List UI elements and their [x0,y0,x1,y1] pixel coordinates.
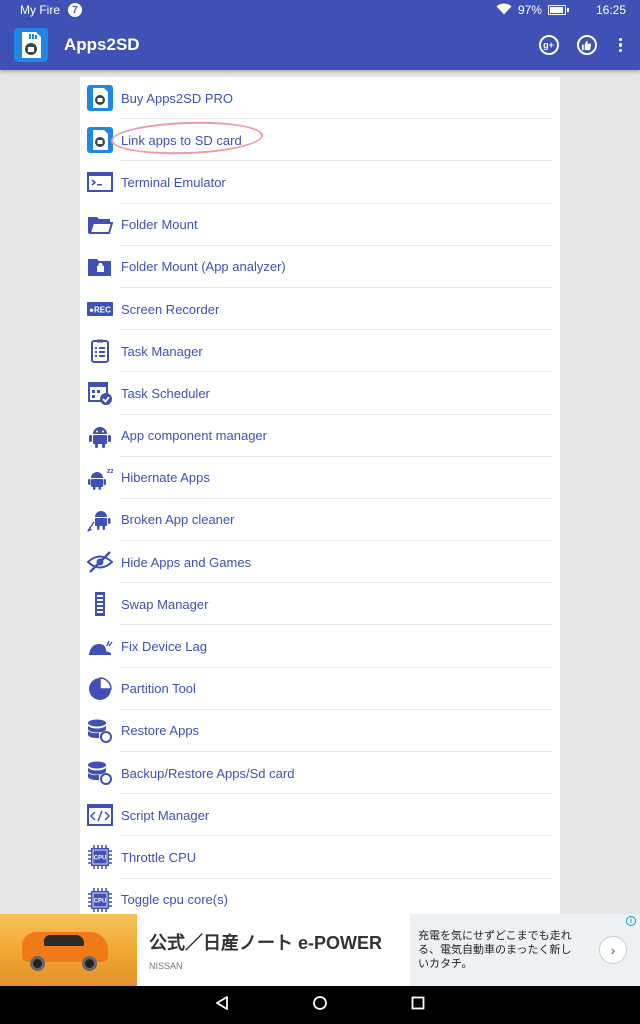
ad-brand: NISSAN [149,961,183,971]
ad-description: 充電を気にせずどこまでも走れる、電気自動車のまったく新しいカタチ。 [410,914,586,986]
home-icon[interactable] [312,995,328,1016]
menu-item-backup-restore[interactable]: Backup/Restore Apps/Sd card [80,752,560,795]
menu-item-label: Toggle cpu core(s) [121,892,228,908]
memory-stick-icon [87,591,113,617]
battery-icon [547,5,569,15]
code-window-icon [87,802,113,828]
battery-percent: 97% [517,3,542,17]
database-restore-icon [87,718,113,744]
menu-item-hide-apps[interactable]: Hide Apps and Games [80,541,560,584]
ad-title: 公式／日産ノート e-POWER [149,933,383,953]
app-title: Apps2SD [64,35,140,54]
android-icon [87,423,113,449]
chevron-right-icon: › [599,936,627,964]
menu-item-label: Hide Apps and Games [121,554,252,570]
menu-item-fix-device-lag[interactable]: Fix Device Lag [80,625,560,668]
carrier-label: My Fire [20,3,60,17]
calendar-check-icon [87,380,113,406]
eye-off-icon [87,549,113,575]
snail-icon [87,634,113,660]
wifi-icon [496,3,512,18]
menu-item-label: Partition Tool [121,681,196,697]
menu-item-label: Fix Device Lag [121,639,207,655]
highlight-circle [110,119,264,157]
rec-icon-text: ●REC [89,306,111,315]
tools-menu-list: Buy Apps2SD PRO Link apps to SD card Ter… [80,77,560,914]
menu-item-script-manager[interactable]: Script Manager [80,794,560,837]
menu-item-partition-tool[interactable]: Partition Tool [80,668,560,711]
thumbs-up-icon[interactable] [576,35,597,55]
back-icon[interactable] [214,995,230,1016]
menu-item-label: Folder Mount [121,217,198,233]
menu-item-buy-pro[interactable]: Buy Apps2SD PRO [80,77,560,120]
cpu-icon-text: CPU [94,856,107,862]
menu-item-label: Hibernate Apps [121,470,210,486]
menu-item-terminal[interactable]: Terminal Emulator [80,161,560,204]
menu-item-label: Screen Recorder [121,301,220,317]
folder-analyzer-icon [87,254,113,280]
apps2sd-logo-icon [87,85,113,112]
terminal-icon [87,169,113,195]
overflow-menu-icon[interactable] [615,37,627,53]
ad-car-image [0,914,137,986]
cpu-icon: CPU [87,887,113,913]
svg-text:zz: zz [107,468,113,475]
menu-item-broken-app-cleaner[interactable]: Broken App cleaner [80,499,560,542]
menu-item-label: Link apps to SD card [110,119,264,157]
google-plus-icon[interactable]: g+ [538,35,559,55]
android-sleep-icon: zz [87,465,113,491]
menu-item-task-scheduler[interactable]: Task Scheduler [80,372,560,415]
menu-item-label: Task Scheduler [121,385,210,401]
ad-banner[interactable]: 公式／日産ノート e-POWER NISSAN 充電を気にせずどこまでも走れる、… [0,914,640,986]
menu-item-throttle-cpu[interactable]: CPU Throttle CPU [80,836,560,879]
menu-item-label: Task Manager [121,343,203,359]
menu-item-restore-apps[interactable]: Restore Apps [80,710,560,753]
menu-item-label: Backup/Restore Apps/Sd card [121,765,295,781]
menu-item-toggle-cpu-cores[interactable]: CPU Toggle cpu core(s) [80,879,560,914]
rec-icon: ●REC [87,296,113,322]
app-bar: Apps2SD g+ [0,20,640,70]
clock: 16:25 [595,3,626,17]
cpu-icon-text: CPU [94,898,107,904]
menu-item-label: Broken App cleaner [121,512,235,528]
notification-count-badge: 7 [68,3,82,17]
menu-item-screen-recorder[interactable]: ●REC Screen Recorder [80,288,560,331]
ad-text-block: 公式／日産ノート e-POWER NISSAN [137,929,410,971]
menu-item-label: Folder Mount (App analyzer) [121,259,286,275]
menu-item-folder-mount[interactable]: Folder Mount [80,204,560,246]
ad-info-icon[interactable]: i [626,916,636,926]
folder-icon [87,212,113,238]
menu-item-label: Buy Apps2SD PRO [121,90,233,106]
system-nav-bar [0,986,640,1024]
menu-item-label: Terminal Emulator [121,174,226,190]
checklist-icon [87,338,113,364]
android-broom-icon [87,507,113,533]
menu-item-label: Swap Manager [121,596,209,612]
menu-item-folder-mount-analyzer[interactable]: Folder Mount (App analyzer) [80,246,560,289]
menu-item-label: App component manager [121,428,267,444]
menu-item-task-manager[interactable]: Task Manager [80,330,560,373]
app-logo-icon [14,28,48,62]
status-bar: My Fire 7 97% 16:25 [0,0,640,20]
cpu-icon: CPU [87,844,113,870]
menu-item-swap-manager[interactable]: Swap Manager [80,583,560,626]
menu-item-hibernate-apps[interactable]: zz Hibernate Apps [80,457,560,500]
menu-item-app-component-manager[interactable]: App component manager [80,415,560,457]
menu-item-label: Restore Apps [121,723,200,739]
menu-item-link-apps-sd[interactable]: Link apps to SD card [80,119,560,162]
menu-item-label: Throttle CPU [121,849,197,865]
apps2sd-logo-icon [87,127,113,154]
menu-item-label: Script Manager [121,807,210,823]
pie-chart-icon [87,676,113,702]
recents-icon[interactable] [410,995,426,1016]
database-backup-icon [87,760,113,786]
